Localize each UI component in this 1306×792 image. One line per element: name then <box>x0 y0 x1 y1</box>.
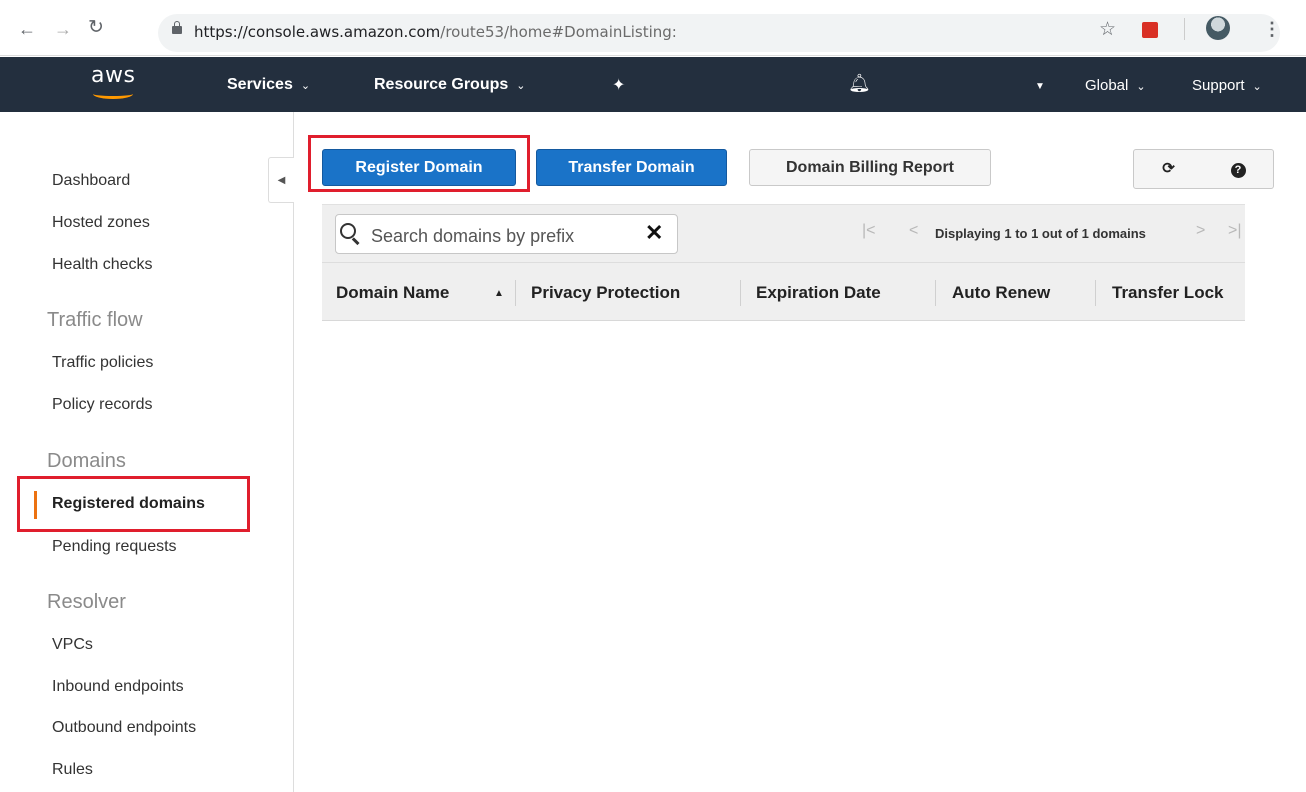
refresh-icon: ⟳ <box>1162 160 1175 177</box>
resource-groups-menu[interactable]: Resource Groups ⌄ <box>374 76 525 94</box>
account-chevron-icon[interactable]: ▼ <box>1035 81 1045 92</box>
column-header-expiration-date[interactable]: Expiration Date <box>756 283 881 303</box>
search-placeholder: Search domains by prefix <box>371 226 575 246</box>
caret-left-icon: ◀ <box>277 175 286 186</box>
aws-logo[interactable]: aws <box>89 63 147 103</box>
aws-smile-icon <box>93 89 133 99</box>
refresh-button[interactable]: ⟳ <box>1133 149 1204 189</box>
back-arrow-icon[interactable]: ← <box>18 20 36 38</box>
grid-bottom-border <box>322 320 1245 321</box>
toolbar-divider <box>1184 18 1185 40</box>
domain-billing-report-button[interactable]: Domain Billing Report <box>749 149 991 186</box>
region-menu[interactable]: Global ⌄ <box>1085 77 1146 94</box>
chevron-down-icon: ⌄ <box>1136 81 1146 93</box>
lock-icon <box>172 21 182 34</box>
sidebar-item-policy-records[interactable]: Policy records <box>52 396 152 414</box>
bookmark-star-icon[interactable]: ☆ <box>1099 18 1116 41</box>
profile-avatar[interactable] <box>1206 16 1230 40</box>
sidebar-item-hosted-zones[interactable]: Hosted zones <box>52 214 150 232</box>
next-page-icon[interactable]: > <box>1196 222 1205 240</box>
sidebar-item-rules[interactable]: Rules <box>52 761 93 779</box>
pin-icon[interactable]: ✦ <box>612 75 625 95</box>
search-icon <box>340 223 356 239</box>
sidebar-item-pending-requests[interactable]: Pending requests <box>52 538 177 556</box>
aws-top-nav: aws Services ⌄ Resource Groups ⌄ ✦ 🔔︎ ▼ Gl… <box>0 57 1306 112</box>
sidebar-item-health-checks[interactable]: Health checks <box>52 256 153 274</box>
transfer-domain-button[interactable]: Transfer Domain <box>536 149 727 186</box>
bell-icon[interactable]: 🔔︎ <box>848 73 871 94</box>
column-separator <box>515 280 516 306</box>
column-header-auto-renew[interactable]: Auto Renew <box>952 283 1050 303</box>
sidebar-heading-resolver: Resolver <box>47 591 126 613</box>
sidebar-item-dashboard[interactable]: Dashboard <box>52 172 130 190</box>
first-page-icon[interactable]: |< <box>862 222 876 240</box>
collapse-sidebar-button[interactable]: ◀ <box>268 157 294 203</box>
grid-divider <box>322 262 1245 263</box>
extension-icon[interactable] <box>1142 22 1158 38</box>
browser-toolbar: ← → ↻ https://console.aws.amazon.com/rou… <box>0 0 1306 56</box>
forward-arrow-icon[interactable]: → <box>54 20 72 38</box>
help-button[interactable]: ? <box>1203 149 1274 189</box>
support-menu[interactable]: Support ⌄ <box>1192 77 1262 94</box>
sort-ascending-icon[interactable]: ▲ <box>494 288 504 299</box>
aws-logo-text: aws <box>91 63 136 88</box>
pager-text: Displaying 1 to 1 out of 1 domains <box>935 226 1146 241</box>
sidebar-item-vpcs[interactable]: VPCs <box>52 636 93 654</box>
column-separator <box>935 280 936 306</box>
sidebar-item-inbound-endpoints[interactable]: Inbound endpoints <box>52 678 184 696</box>
services-menu[interactable]: Services ⌄ <box>227 76 310 94</box>
sidebar-heading-traffic-flow: Traffic flow <box>47 309 143 331</box>
chevron-down-icon: ⌄ <box>516 80 526 92</box>
sidebar-item-traffic-policies[interactable]: Traffic policies <box>52 354 153 372</box>
highlight-box-registered-domains <box>17 476 250 532</box>
sidebar-heading-domains: Domains <box>47 450 126 472</box>
column-header-privacy-protection[interactable]: Privacy Protection <box>531 283 680 303</box>
chevron-down-icon: ⌄ <box>300 80 311 92</box>
last-page-icon[interactable]: >| <box>1228 222 1242 240</box>
column-separator <box>740 280 741 306</box>
help-icon: ? <box>1230 163 1246 178</box>
sidebar-item-outbound-endpoints[interactable]: Outbound endpoints <box>52 719 196 737</box>
chrome-menu-icon[interactable]: ⋮ <box>1263 19 1281 40</box>
column-separator <box>1095 280 1096 306</box>
column-header-transfer-lock[interactable]: Transfer Lock <box>1112 283 1224 303</box>
previous-page-icon[interactable]: < <box>909 222 918 240</box>
url-text[interactable]: https://console.aws.amazon.com/route53/h… <box>194 23 677 41</box>
reload-icon[interactable]: ↻ <box>88 18 104 37</box>
clear-search-icon[interactable]: ✕ <box>645 220 663 246</box>
highlight-box-register-domain <box>308 135 530 192</box>
chevron-down-icon: ⌄ <box>1252 81 1262 93</box>
column-header-domain-name[interactable]: Domain Name <box>336 283 449 303</box>
